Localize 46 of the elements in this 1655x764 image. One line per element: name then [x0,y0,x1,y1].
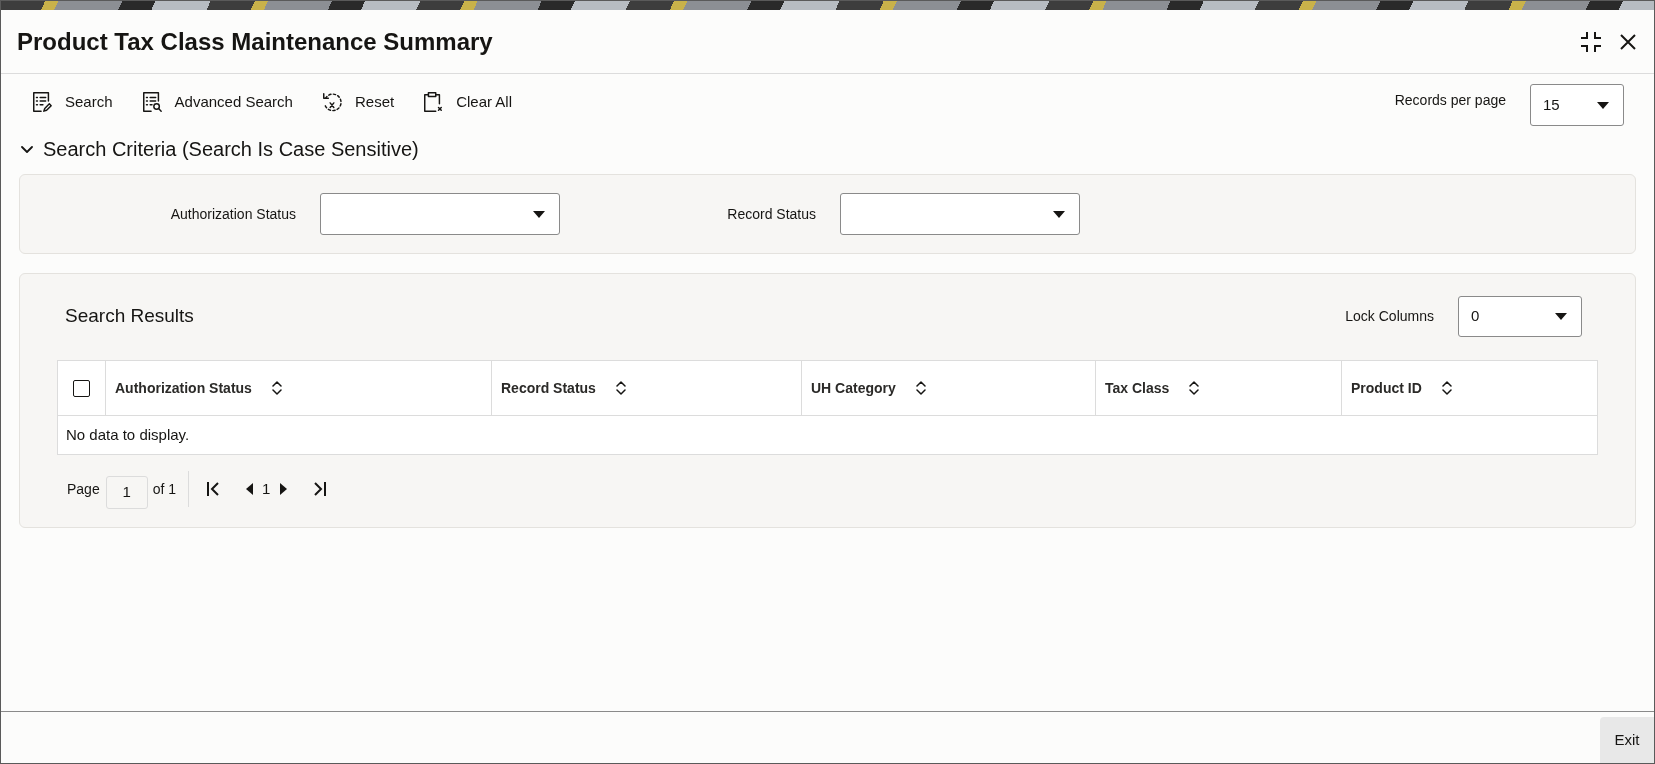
column-header[interactable]: Tax Class [1105,377,1170,399]
toolbar-button[interactable]: Advanced Search [140,91,293,114]
document-pencil-icon [31,91,53,114]
lock-columns-select[interactable]: 0 [1458,295,1582,337]
field-label: Authorization Status [170,204,296,224]
last-page-icon[interactable] [313,481,328,497]
page-label: Page [67,479,100,499]
first-page-icon[interactable] [206,481,221,497]
document-magnifier-icon [140,91,163,114]
page-number-field[interactable]: 1 [105,475,148,509]
column-header[interactable]: UH Category [811,377,896,399]
search-criteria-toggle[interactable]: Search Criteria (Search Is Case Sensitive) [1,132,419,166]
page-count-label: of 1 [152,471,190,507]
column-header[interactable]: Authorization Status [115,377,252,399]
caret-down-icon [1597,101,1609,109]
close-icon[interactable] [1620,33,1636,50]
sort-icon[interactable] [1189,381,1200,395]
exit-button[interactable]: Exit [1600,717,1654,763]
window-title: Product Tax Class Maintenance Summary [17,26,493,57]
sort-icon[interactable] [1441,381,1452,395]
sort-icon[interactable] [615,381,626,395]
column-header[interactable]: Product ID [1351,377,1422,399]
caret-down-icon [1053,210,1065,218]
dropdown-field[interactable] [840,193,1080,235]
toolbar-button[interactable]: Search [31,91,113,114]
dropdown-field[interactable] [320,193,560,235]
select-all-checkbox[interactable] [73,379,90,397]
records-per-page-select[interactable]: 15 [1530,84,1624,126]
reset-icon [320,91,343,114]
toolbar-button[interactable]: Clear All [422,91,512,114]
records-per-page-label: Records per page [1394,91,1506,110]
toolbar-button[interactable]: Reset [320,91,395,114]
empty-table-message: No data to display. [66,424,190,445]
previous-page-icon[interactable] [246,483,254,495]
minimize-icon[interactable] [1580,30,1602,53]
column-header[interactable]: Record Status [501,377,596,399]
caret-down-icon [1555,312,1567,320]
clipboard-x-icon [422,91,445,114]
lock-columns-label: Lock Columns [1345,306,1434,326]
sort-icon[interactable] [915,381,926,395]
current-page-number: 1 [262,478,271,499]
search-results-title: Search Results [64,303,194,328]
field-label: Record Status [727,204,816,224]
sort-icon[interactable] [271,381,282,395]
caret-down-icon [533,210,545,218]
next-page-icon[interactable] [280,483,288,495]
